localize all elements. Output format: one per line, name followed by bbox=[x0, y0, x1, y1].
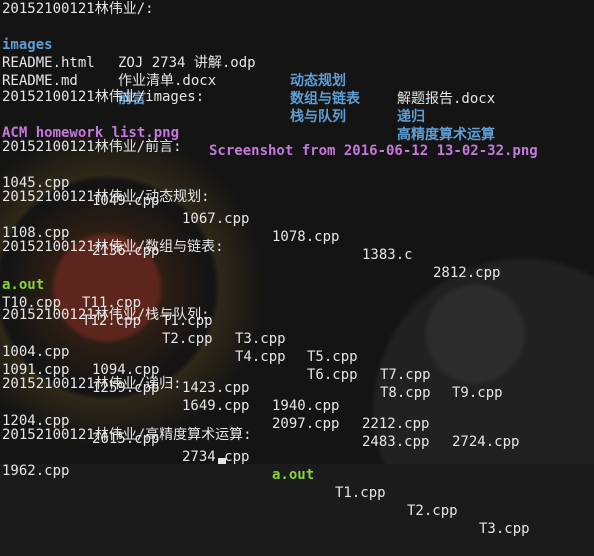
listing-row: 1045.cpp 1049.cpp 1067.cpp 1078.cpp 1383… bbox=[2, 156, 500, 281]
dir-header-images: 20152100121林伟业/images: bbox=[2, 89, 205, 105]
dir-header-qianyan: 20152100121林伟业/前言: bbox=[2, 139, 182, 155]
dir-header-dp: 20152100121林伟业/动态规划: bbox=[2, 189, 210, 205]
listing-row: 1091.cpp 1259.cpp 1649.cpp 2097.cpp 2483… bbox=[2, 343, 429, 450]
file-entry: T1.cpp bbox=[335, 485, 386, 501]
file-entry: T6.cpp bbox=[307, 367, 358, 383]
dir-header-arrays: 20152100121林伟业/数组与链表: bbox=[2, 239, 224, 255]
image-file-entry: Screenshot from 2016-06-12 13-02-32.png bbox=[209, 143, 538, 159]
file-entry: 1078.cpp bbox=[272, 229, 340, 245]
file-entry: 解题报告.docx bbox=[397, 91, 496, 107]
dir-header-recursion: 20152100121林伟业/递归: bbox=[2, 376, 182, 392]
file-entry: 1383.c bbox=[362, 247, 413, 263]
file-entry: 2097.cpp bbox=[272, 416, 340, 432]
file-entry: T3.cpp bbox=[479, 521, 530, 537]
dir-header-highprec: 20152100121林伟业/高精度算术运算: bbox=[2, 427, 252, 443]
listing-row: T10.cpp T12.cpp T2.cpp T4.cpp T6.cpp T8.… bbox=[2, 276, 431, 401]
file-entry: T8.cpp bbox=[380, 385, 431, 401]
dir-header-root: 20152100121林伟业/: bbox=[2, 1, 154, 17]
listing-row: 1108.cpp 2136.cpp bbox=[2, 206, 159, 259]
file-entry: 1067.cpp bbox=[182, 211, 250, 227]
file-entry: T2.cpp bbox=[162, 331, 213, 347]
file-entry: 2483.cpp bbox=[362, 434, 430, 450]
dir-entry: 数组与链表 bbox=[290, 91, 360, 107]
file-entry: 2212.cpp bbox=[362, 416, 430, 432]
listing-row: README.md 前言 栈与队列 高精度算术运算 bbox=[2, 54, 495, 143]
file-entry: 2734.cpp bbox=[182, 449, 250, 465]
file-entry: 1649.cpp bbox=[182, 398, 250, 414]
dir-entry: 递归 bbox=[397, 109, 425, 125]
listing-row: 1962.cpp bbox=[2, 444, 69, 479]
file-entry: 1423.cpp bbox=[182, 380, 250, 396]
file-entry: T3.cpp bbox=[235, 331, 286, 347]
listing-row: ACM homework list.png Screenshot from 20… bbox=[2, 106, 538, 159]
file-entry: 1940.cpp bbox=[272, 398, 340, 414]
listing-row: README.html 作业清单.docx 数组与链表 递归 bbox=[2, 36, 425, 125]
file-entry: T5.cpp bbox=[307, 349, 358, 365]
listing-row: 1204.cpp 2615.cpp 2734.cpp a.out T1.cpp … bbox=[2, 394, 530, 537]
dir-entry: 栈与队列 bbox=[290, 109, 346, 125]
executable-entry: a.out bbox=[272, 467, 315, 483]
file-entry: T7.cpp bbox=[380, 367, 431, 383]
file-entry: 2812.cpp bbox=[433, 265, 501, 281]
listing-row: a.out T11.cpp T1.cpp T3.cpp T5.cpp T7.cp… bbox=[2, 258, 503, 401]
text-cursor bbox=[218, 458, 226, 464]
file-entry: T2.cpp bbox=[407, 503, 458, 519]
listing-row: 1004.cpp 1094.cpp 1423.cpp 1940.cpp 2212… bbox=[2, 325, 519, 450]
dir-header-stack: 20152100121林伟业/栈与队列: bbox=[2, 307, 210, 323]
file-entry: 2724.cpp bbox=[452, 434, 520, 450]
listing-row: images ZOJ 2734 讲解.odp 动态规划 解题报告.docx bbox=[2, 18, 495, 107]
terminal-window[interactable]: 20152100121林伟业/: images ZOJ 2734 讲解.odp … bbox=[0, 0, 594, 537]
file-entry: 1962.cpp bbox=[2, 463, 70, 479]
dir-entry: 动态规划 bbox=[290, 73, 346, 89]
file-entry: ZOJ 2734 讲解.odp bbox=[118, 55, 256, 71]
file-entry: T9.cpp bbox=[452, 385, 503, 401]
file-entry: T4.cpp bbox=[235, 349, 286, 365]
